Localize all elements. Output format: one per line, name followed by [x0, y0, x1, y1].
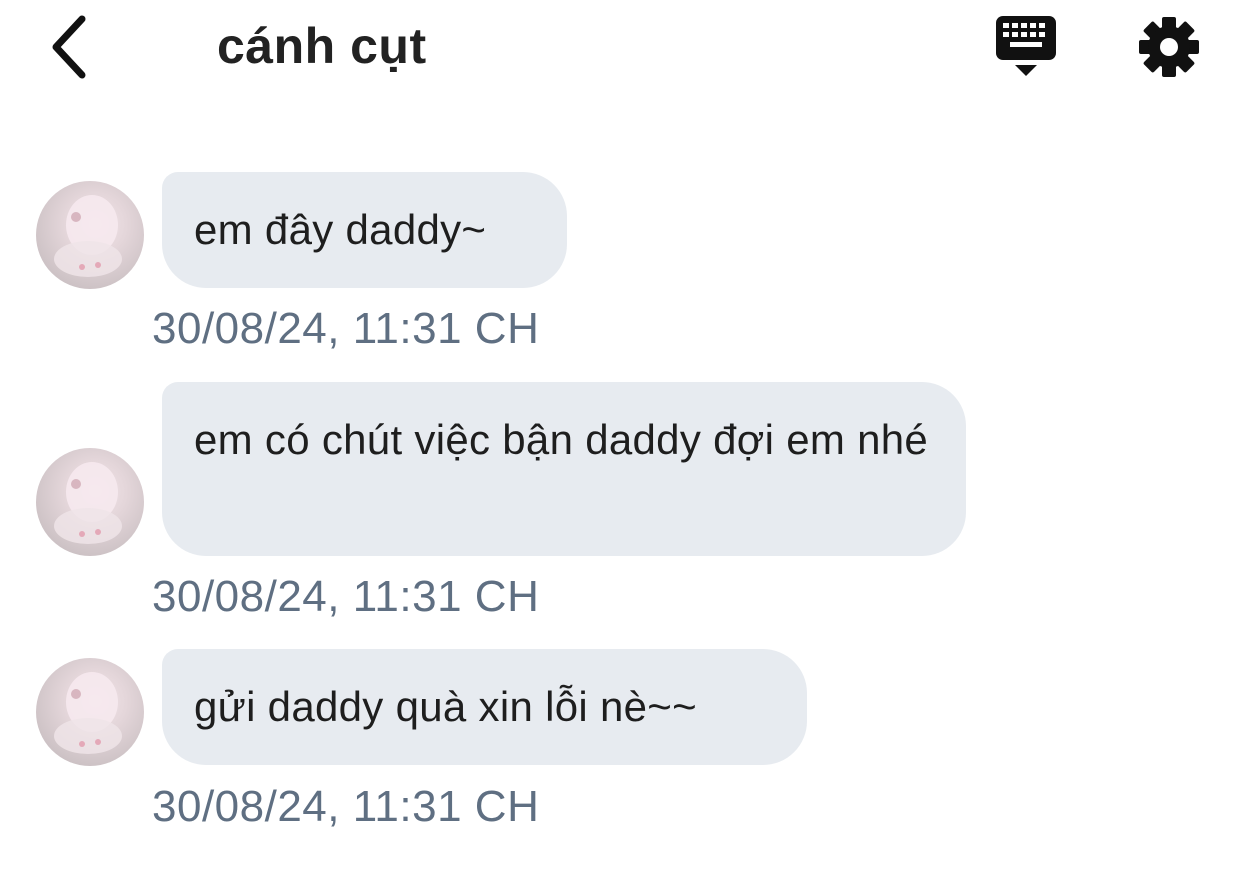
- avatar[interactable]: [36, 448, 144, 556]
- message-timestamp: 30/08/24, 11:31 CH: [152, 304, 540, 353]
- avatar-image: [54, 195, 122, 277]
- message-list: em đây daddy~ 30/08/24, 11:31 CH em có c…: [0, 0, 1242, 878]
- message-timestamp: 30/08/24, 11:31 CH: [152, 572, 540, 621]
- avatar[interactable]: [36, 658, 144, 766]
- avatar[interactable]: [36, 181, 144, 289]
- message-timestamp: 30/08/24, 11:31 CH: [152, 782, 540, 831]
- message-bubble[interactable]: em đây daddy~: [162, 172, 567, 288]
- message-text: gửi daddy quà xin lỗi nè~~: [194, 683, 697, 730]
- avatar-image: [54, 462, 122, 544]
- message-bubble[interactable]: em có chút việc bận daddy đợi em nhé: [162, 382, 966, 556]
- message-text: em có chút việc bận daddy đợi em nhé: [194, 416, 929, 463]
- avatar-image: [54, 672, 122, 754]
- message-text: em đây daddy~: [194, 206, 487, 253]
- message-bubble[interactable]: gửi daddy quà xin lỗi nè~~: [162, 649, 807, 765]
